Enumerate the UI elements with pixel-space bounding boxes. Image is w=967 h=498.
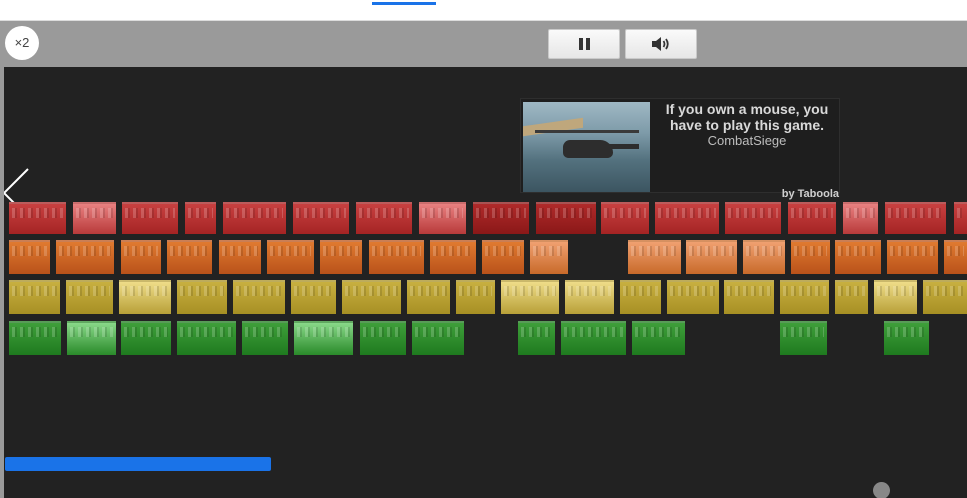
brick-yellow bbox=[291, 280, 336, 314]
brick-green bbox=[294, 321, 353, 355]
brick-green bbox=[242, 321, 288, 355]
brick-green bbox=[412, 321, 464, 355]
brick-yellow bbox=[342, 280, 401, 314]
ad-source[interactable]: CombatSiege bbox=[656, 133, 838, 148]
brick-red bbox=[9, 202, 66, 234]
ad-title[interactable]: If you own a mouse, you have to play thi… bbox=[656, 101, 838, 133]
brick-orange bbox=[887, 240, 938, 274]
brick-orange bbox=[791, 240, 830, 274]
brick-yellow bbox=[724, 280, 774, 314]
brick-yellow bbox=[66, 280, 113, 314]
brick-green bbox=[632, 321, 685, 355]
brick-green bbox=[561, 321, 626, 355]
brick-yellow bbox=[119, 280, 171, 314]
speaker-icon bbox=[652, 37, 669, 51]
brick-orange bbox=[835, 240, 881, 274]
sound-button[interactable] bbox=[625, 29, 697, 59]
brick-orange bbox=[167, 240, 212, 274]
brick-red bbox=[419, 202, 466, 234]
brick-red bbox=[954, 202, 967, 234]
brick-orange bbox=[530, 240, 568, 274]
ad-attribution[interactable]: by Taboola bbox=[782, 188, 839, 200]
brick-yellow bbox=[233, 280, 285, 314]
brick-yellow bbox=[780, 280, 829, 314]
sponsored-ad[interactable]: If you own a mouse, you have to play thi… bbox=[520, 98, 840, 200]
brick-red bbox=[843, 202, 878, 234]
brick-yellow bbox=[501, 280, 559, 314]
brick-green bbox=[9, 321, 61, 355]
brick-orange bbox=[219, 240, 261, 274]
brick-red bbox=[601, 202, 649, 234]
pause-icon bbox=[578, 38, 590, 50]
brick-green bbox=[884, 321, 929, 355]
browser-top-strip bbox=[0, 0, 967, 21]
score-multiplier-badge: ×2 bbox=[5, 26, 39, 60]
game-ball bbox=[873, 482, 890, 498]
brick-orange bbox=[743, 240, 785, 274]
brick-orange bbox=[56, 240, 114, 274]
brick-orange bbox=[267, 240, 314, 274]
brick-green bbox=[121, 321, 171, 355]
brick-yellow bbox=[923, 280, 967, 314]
brick-green bbox=[67, 321, 116, 355]
brick-orange bbox=[369, 240, 424, 274]
brick-orange bbox=[944, 240, 967, 274]
brick-yellow bbox=[9, 280, 60, 314]
brick-yellow bbox=[874, 280, 917, 314]
brick-red bbox=[223, 202, 286, 234]
pause-button[interactable] bbox=[548, 29, 620, 59]
brick-yellow bbox=[456, 280, 495, 314]
brick-red bbox=[725, 202, 781, 234]
brick-yellow bbox=[620, 280, 661, 314]
brick-orange bbox=[430, 240, 476, 274]
active-tab-indicator[interactable] bbox=[372, 2, 436, 5]
brick-green bbox=[780, 321, 827, 355]
brick-yellow bbox=[835, 280, 868, 314]
brick-green bbox=[518, 321, 555, 355]
brick-red bbox=[473, 202, 529, 234]
brick-red bbox=[788, 202, 836, 234]
brick-orange bbox=[628, 240, 681, 274]
game-area[interactable]: If you own a mouse, you have to play thi… bbox=[4, 67, 967, 498]
game-control-bar: ×2 bbox=[0, 21, 967, 67]
brick-red bbox=[655, 202, 719, 234]
brick-yellow bbox=[407, 280, 450, 314]
brick-red bbox=[536, 202, 596, 234]
brick-yellow bbox=[667, 280, 719, 314]
brick-red bbox=[122, 202, 178, 234]
brick-green bbox=[360, 321, 406, 355]
helicopter-image[interactable] bbox=[523, 102, 650, 192]
brick-red bbox=[73, 202, 116, 234]
brick-red bbox=[293, 202, 349, 234]
brick-orange bbox=[482, 240, 524, 274]
brick-green bbox=[177, 321, 236, 355]
brick-orange bbox=[686, 240, 737, 274]
brick-red bbox=[885, 202, 946, 234]
brick-red bbox=[356, 202, 412, 234]
brick-orange bbox=[9, 240, 50, 274]
player-paddle[interactable] bbox=[5, 457, 271, 471]
brick-red bbox=[185, 202, 216, 234]
brick-yellow bbox=[177, 280, 227, 314]
brick-orange bbox=[320, 240, 362, 274]
brick-orange bbox=[121, 240, 161, 274]
brick-yellow bbox=[565, 280, 614, 314]
